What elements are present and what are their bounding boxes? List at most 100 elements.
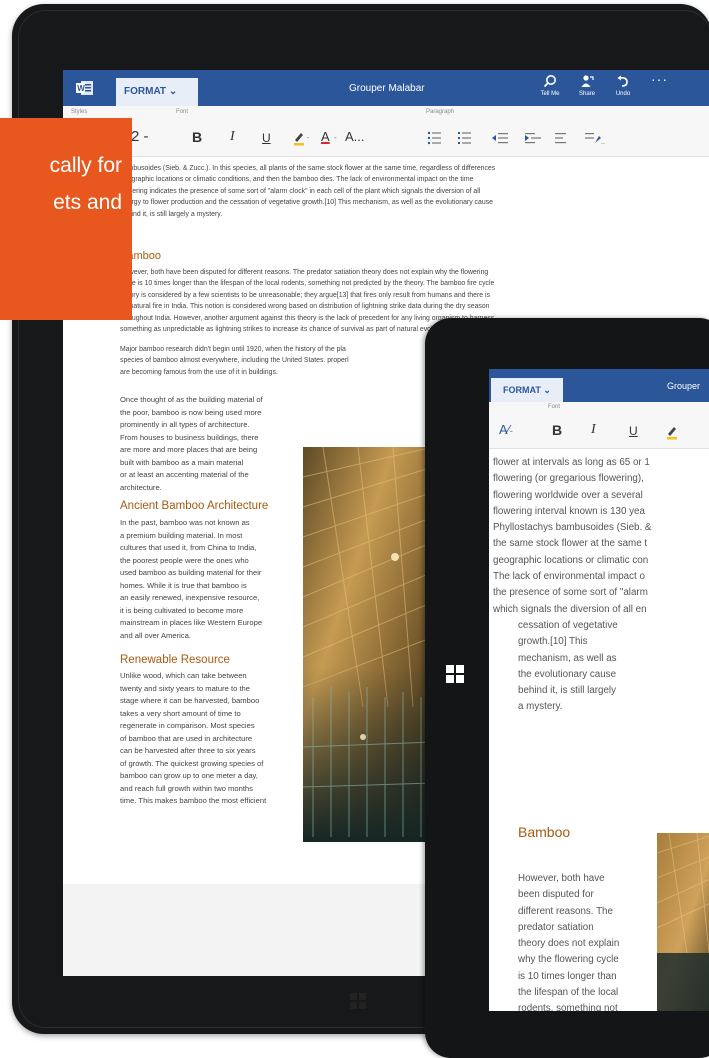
text-line: Phyllostachys bambusoides (Sieb. & — [493, 522, 652, 534]
text-line: cessation of vegetative — [518, 620, 618, 631]
windows-logo-icon[interactable] — [350, 993, 366, 1009]
title-bar: FORMAT ⌄ Grouper — [489, 369, 709, 402]
text-line: flower at intervals as long as 65 or 1 — [493, 457, 650, 468]
text-line: used bamboo as building material for the… — [120, 568, 262, 577]
dropdown-icon: - — [509, 426, 513, 436]
text-line: bambusoides (Sieb. & Zucc.). In this spe… — [120, 165, 496, 172]
align-icon[interactable] — [554, 130, 576, 146]
svg-text:-: - — [307, 135, 310, 142]
highlighter-icon[interactable]: - — [292, 130, 314, 146]
font-group-label: Font — [176, 109, 189, 115]
undo-button[interactable]: Undo — [606, 74, 640, 97]
text-line: From houses to business buildings, there — [120, 432, 259, 442]
text-line: it is being cultivated to become more — [120, 605, 244, 615]
tab-format-label: FORMAT — [124, 86, 167, 97]
bamboo-paragraph: However, both have been disputed for dif… — [518, 871, 619, 1011]
bamboo-building-photo[interactable] — [303, 447, 433, 842]
paragraph-spacing-icon[interactable]: .. — [584, 130, 606, 146]
text-line: are becoming famous from the use of it i… — [120, 368, 278, 376]
text-line: prominently in all types of architecture… — [120, 420, 250, 429]
share-button[interactable]: Share — [570, 74, 604, 97]
document-title: Grouper — [667, 381, 701, 391]
text-line: mainstream in places like Western Europe — [120, 618, 263, 627]
callout-line-2: ets and — [53, 191, 122, 214]
text-line: Major bamboo research didn't begin until… — [120, 346, 346, 353]
text-line: behind it, is still largely a mystery. — [120, 210, 223, 218]
undo-icon — [617, 75, 628, 87]
text-line: twenty and sixty years to mature to the — [120, 683, 250, 693]
text-line: mechanism, as well as — [518, 652, 617, 664]
paragraph-group-label: Paragraph — [426, 109, 455, 115]
text-line: the presence of some sort of "alarm — [493, 587, 648, 599]
decrease-indent-icon[interactable] — [491, 130, 509, 146]
bold-button[interactable]: B — [552, 422, 562, 438]
text-line: flowering interval known is 130 yea — [493, 505, 645, 517]
windows-logo-icon[interactable] — [446, 665, 464, 683]
text-line: cultures that used it, from China to Ind… — [120, 543, 257, 552]
text-line: and reach full growth within two months — [120, 783, 253, 793]
text-line: However, both have — [518, 873, 605, 884]
tell-me-button[interactable]: Tell Me — [533, 74, 567, 97]
text-line: homes. While it is true that bamboo is — [120, 580, 247, 590]
text-line: the lifespan of the local — [518, 987, 619, 999]
text-line: different reasons. The — [518, 905, 613, 917]
share-person-icon — [581, 75, 594, 87]
text-line: theory does not explain — [518, 938, 620, 950]
text-line: of growth. The quickest growing species … — [120, 758, 264, 768]
chevron-down-icon: ⌄ — [168, 86, 178, 97]
text-line: the evolutionary cause — [518, 668, 617, 680]
italic-button[interactable]: I — [591, 422, 596, 438]
increase-indent-icon[interactable] — [524, 130, 542, 146]
tab-format[interactable]: FORMAT ⌄ — [116, 78, 198, 106]
format-toolbar: Font A⁄- B I U — [489, 402, 709, 449]
underline-button[interactable]: U — [262, 131, 271, 145]
text-line: flowering worldwide over a several — [493, 489, 643, 501]
wide-paragraph: flower at intervals as long as 65 or 1 f… — [493, 455, 651, 618]
text-line: of bamboo that are used in architecture — [120, 733, 253, 743]
heading-ancient-bamboo-architecture: Ancient Bamboo Architecture — [120, 500, 269, 512]
underline-button[interactable]: U — [629, 424, 638, 438]
font-color-button[interactable]: A — [321, 129, 330, 144]
text-line: In the past, bamboo was not known as — [120, 518, 250, 527]
tell-me-label: Tell Me — [540, 91, 560, 97]
text-line: growth.[10] This — [518, 636, 588, 648]
more-options-button[interactable]: ··· — [651, 71, 668, 87]
highlighter-icon[interactable] — [665, 424, 679, 440]
font-group-label: Font — [548, 404, 561, 410]
architecture-intro-paragraph: Once thought of as the building material… — [120, 394, 263, 494]
text-line: cycle is 10 times longer than the lifesp… — [120, 280, 495, 288]
italic-button[interactable]: I — [230, 129, 235, 145]
text-line: a premium building material. In most — [120, 530, 243, 540]
word-app-icon[interactable]: W — [76, 80, 94, 96]
text-line: stage where it can be harvested, bamboo — [120, 696, 260, 705]
search-icon — [543, 75, 556, 88]
tab-format[interactable]: FORMAT ⌄ — [491, 378, 563, 402]
research-paragraph: Major bamboo research didn't begin until… — [120, 344, 349, 378]
text-line: an easily renewed, inexpensive resource, — [120, 593, 260, 602]
bullets-icon[interactable] — [427, 130, 449, 146]
text-line: geographic locations or climatic con — [493, 554, 649, 566]
undo-label: Undo — [615, 91, 631, 97]
share-label: Share — [578, 91, 595, 97]
more-font-options-button[interactable]: A... — [345, 129, 365, 144]
text-line: the poorest people were the ones who — [120, 555, 249, 565]
text-line: or at least an accenting material of the — [120, 470, 249, 479]
text-line: architecture. — [120, 482, 162, 492]
text-line: which signals the diversion of all en — [493, 603, 647, 615]
styles-button[interactable]: A⁄- — [499, 422, 513, 437]
ancient-paragraph: In the past, bamboo was not known as a p… — [120, 517, 262, 642]
text-line: species of bamboo almost everywhere, inc… — [120, 357, 349, 365]
bold-button[interactable]: B — [192, 129, 202, 145]
heading-bamboo: Bamboo — [518, 824, 571, 840]
text-line: regenerate in comparison. Most species — [120, 721, 255, 730]
text-line: and all over America. — [120, 630, 191, 640]
font-color-dropdown-icon[interactable]: - — [334, 133, 337, 142]
bamboo-building-photo[interactable] — [657, 833, 709, 1011]
text-line: takes a very short amount of time to — [120, 708, 241, 718]
numbering-icon[interactable] — [457, 130, 479, 146]
text-line: been disputed for — [518, 889, 594, 901]
document-title: Grouper Malabar — [349, 83, 425, 94]
text-line: can be harvested after three to six year… — [120, 746, 256, 755]
intro-paragraph: bambusoides (Sieb. & Zucc.). In this spe… — [120, 163, 495, 220]
format-toolbar: Styles Font Paragraph Heading 2 - B I U … — [63, 106, 709, 157]
